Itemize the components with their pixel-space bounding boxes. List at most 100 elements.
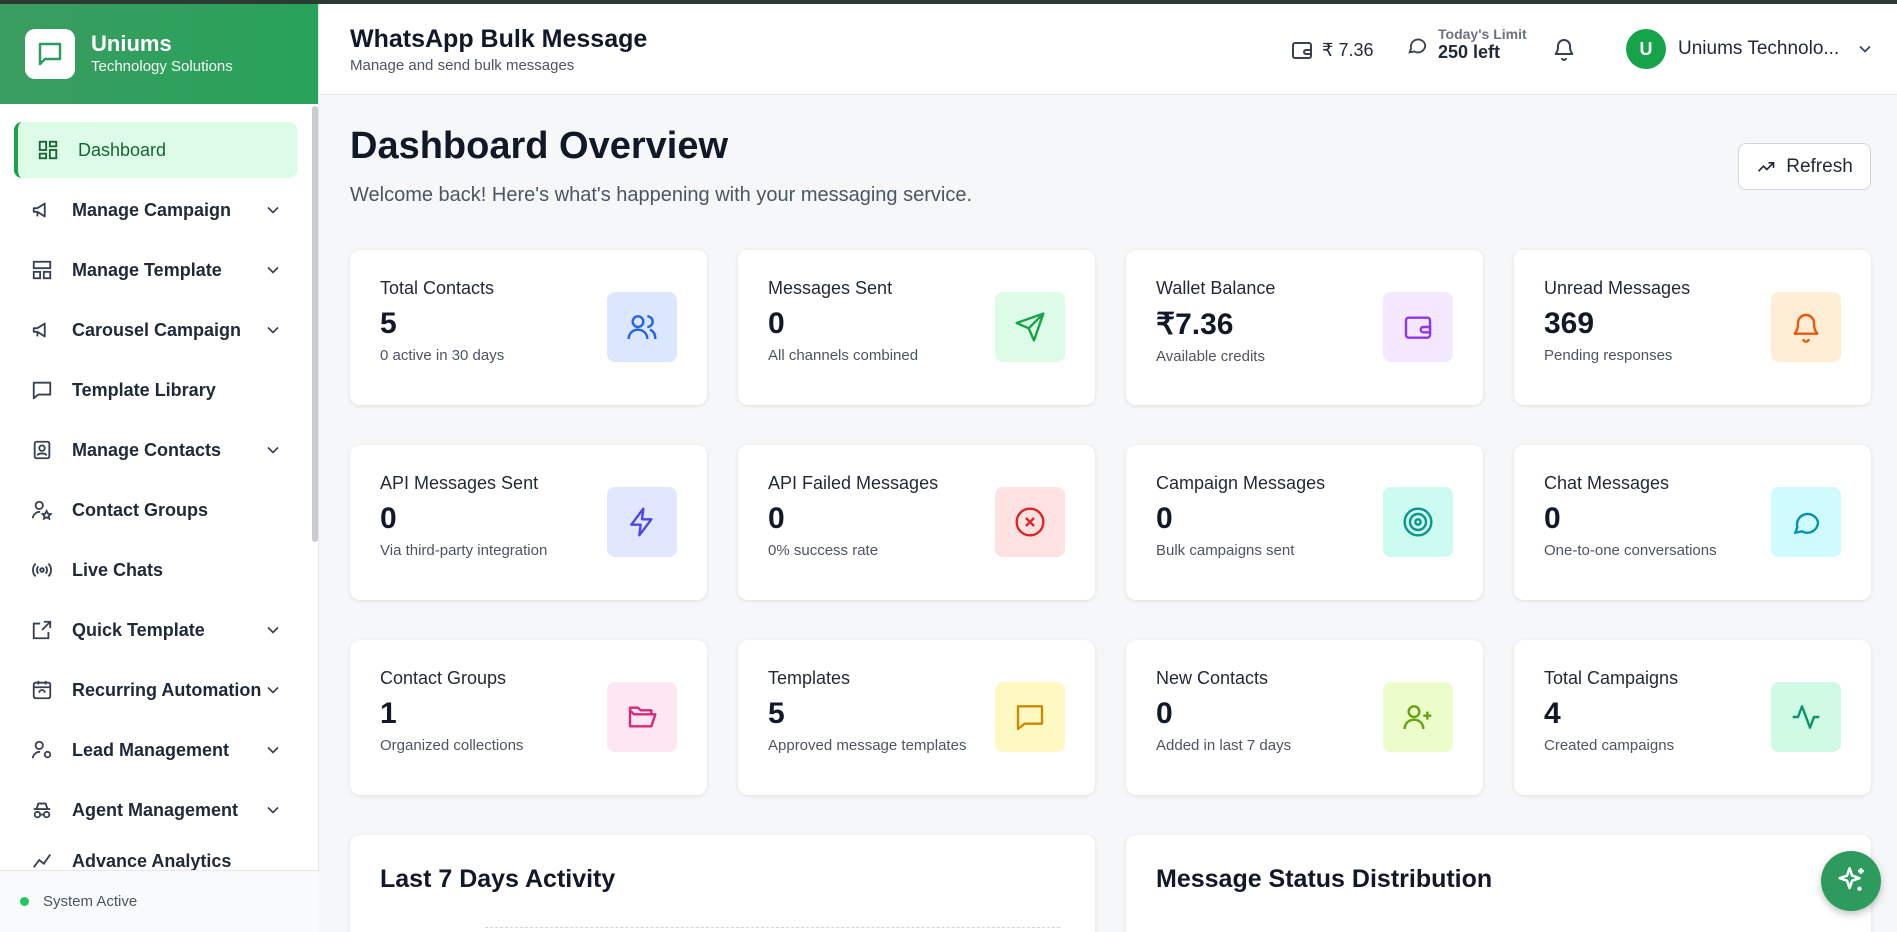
user-menu[interactable]: U Uniums Technolo... <box>1626 29 1875 69</box>
sidebar-item-dashboard[interactable]: Dashboard <box>14 122 297 178</box>
stat-card-campaign-messages[interactable]: Campaign Messages 0 Bulk campaigns sent <box>1126 445 1483 600</box>
limit-value: 250 left <box>1438 42 1501 62</box>
message-status-distribution-panel: Message Status Distribution <box>1126 835 1871 932</box>
stat-card-wallet-balance[interactable]: Wallet Balance ₹7.36 Available credits <box>1126 250 1483 405</box>
sidebar-item-label: Lead Management <box>72 739 230 760</box>
chevron-down-icon[interactable] <box>263 680 283 700</box>
system-status: System Active <box>0 870 319 932</box>
stat-card-messages-sent[interactable]: Messages Sent 0 All channels combined <box>738 250 1095 405</box>
user-cog-icon <box>30 738 54 762</box>
calendar-sync-icon <box>30 678 54 702</box>
sidebar-item-carousel-campaign[interactable]: Carousel Campaign <box>14 302 297 358</box>
external-link-icon <box>30 618 54 642</box>
chart-gridline <box>485 927 1060 928</box>
system-status-text: System Active <box>43 893 138 910</box>
app-subtitle: Manage and send bulk messages <box>350 57 575 74</box>
refresh-button[interactable]: Refresh <box>1738 143 1871 190</box>
stat-card-unread-messages[interactable]: Unread Messages 369 Pending responses <box>1514 250 1871 405</box>
page-subtitle: Welcome back! Here's what's happening wi… <box>350 184 973 206</box>
sidebar-item-manage-template[interactable]: Manage Template <box>14 242 297 298</box>
stat-card-templates[interactable]: Templates 5 Approved message templates <box>738 640 1095 795</box>
page-title: Dashboard Overview <box>350 125 729 167</box>
sidebar-item-label: Contact Groups <box>72 499 209 520</box>
sidebar-item-label: Manage Campaign <box>72 199 232 220</box>
chevron-down-icon[interactable] <box>263 320 283 340</box>
sidebar-item-manage-contacts[interactable]: Manage Contacts <box>14 422 297 478</box>
stat-card-new-contacts[interactable]: New Contacts 0 Added in last 7 days <box>1126 640 1483 795</box>
sidebar-item-template-library[interactable]: Template Library <box>14 362 297 418</box>
stat-card-total-campaigns[interactable]: Total Campaigns 4 Created campaigns <box>1514 640 1871 795</box>
chevron-down-icon[interactable] <box>263 800 283 820</box>
user-plus-icon <box>1383 682 1453 752</box>
panel-title: Message Status Distribution <box>1156 865 1493 893</box>
send-icon <box>995 292 1065 362</box>
sidebar-item-label: Advance Analytics <box>72 851 232 871</box>
sidebar-item-recurring-automation[interactable]: Recurring Automation <box>14 662 297 718</box>
users-icon <box>607 292 677 362</box>
chat-bubble-icon <box>1408 38 1427 54</box>
sidebar-item-label: Dashboard <box>78 139 167 160</box>
brand-header[interactable]: Uniums Technology Solutions <box>0 4 318 104</box>
megaphone-icon <box>30 198 54 222</box>
chevron-down-icon[interactable] <box>263 620 283 640</box>
avatar: U <box>1626 29 1666 69</box>
chart-icon <box>30 848 54 872</box>
message-square-icon <box>30 378 54 402</box>
radio-icon <box>30 558 54 582</box>
brand-subtitle: Technology Solutions <box>91 58 233 75</box>
bell-icon <box>1554 39 1574 61</box>
refresh-label: Refresh <box>1786 155 1853 177</box>
spy-icon <box>30 798 54 822</box>
sidebar-item-label: Manage Template <box>72 259 222 280</box>
stat-card-chat-messages[interactable]: Chat Messages 0 One-to-one conversations <box>1514 445 1871 600</box>
layout-icon <box>30 258 54 282</box>
sidebar-item-agent-management[interactable]: Agent Management <box>14 782 297 838</box>
sidebar-item-label: Quick Template <box>72 619 205 640</box>
header-daily-limit: Today's Limit 250 left <box>1406 26 1527 63</box>
megaphone-icon <box>30 318 54 342</box>
stat-card-api-failed-messages[interactable]: API Failed Messages 0 0% success rate <box>738 445 1095 600</box>
sidebar-item-label: Template Library <box>72 379 216 400</box>
trending-up-icon <box>1758 161 1775 172</box>
chevron-down-icon[interactable] <box>263 740 283 760</box>
stat-card-contact-groups[interactable]: Contact Groups 1 Organized collections <box>350 640 707 795</box>
sidebar-item-contact-groups[interactable]: Contact Groups <box>14 482 297 538</box>
chevron-down-icon[interactable] <box>263 260 283 280</box>
chat-bubble-icon <box>1771 487 1841 557</box>
bell-icon <box>1771 292 1841 362</box>
chevron-down-icon[interactable] <box>263 200 283 220</box>
sidebar-item-advance-analytics[interactable]: Advance Analytics <box>14 842 297 872</box>
brand-logo-icon <box>25 29 75 79</box>
sidebar-item-lead-management[interactable]: Lead Management <box>14 722 297 778</box>
limit-label: Today's Limit <box>1438 26 1527 42</box>
notifications-button[interactable] <box>1552 37 1576 66</box>
sidebar: Uniums Technology Solutions Dashboard Ma… <box>0 4 319 932</box>
status-dot-icon <box>20 897 29 906</box>
chevron-down-icon[interactable] <box>263 440 283 460</box>
sparkles-icon <box>1838 866 1864 891</box>
ai-assistant-button[interactable] <box>1821 851 1881 911</box>
panel-title: Last 7 Days Activity <box>380 865 616 893</box>
sidebar-item-label: Recurring Automation <box>72 679 262 700</box>
contact-icon <box>30 438 54 462</box>
user-name: Uniums Technolo... <box>1678 38 1840 59</box>
sidebar-item-label: Live Chats <box>72 559 164 580</box>
sidebar-nav: Dashboard Manage Campaign Manage Templat… <box>14 122 297 876</box>
top-header: WhatsApp Bulk Message Manage and send bu… <box>320 4 1897 95</box>
wallet-icon <box>1292 42 1312 59</box>
brand-name: Uniums <box>91 31 172 56</box>
message-square-icon <box>995 682 1065 752</box>
user-star-icon <box>30 498 54 522</box>
sidebar-item-live-chats[interactable]: Live Chats <box>14 542 297 598</box>
stat-card-total-contacts[interactable]: Total Contacts 5 0 active in 30 days <box>350 250 707 405</box>
activity-icon <box>1771 682 1841 752</box>
sidebar-scrollbar[interactable] <box>312 106 318 542</box>
wallet-icon <box>1383 292 1453 362</box>
sidebar-item-quick-template[interactable]: Quick Template <box>14 602 297 658</box>
zap-icon <box>607 487 677 557</box>
header-wallet-value: ₹ 7.36 <box>1322 39 1374 60</box>
dashboard-icon <box>36 138 60 162</box>
stat-card-api-messages-sent[interactable]: API Messages Sent 0 Via third-party inte… <box>350 445 707 600</box>
header-wallet[interactable]: ₹ 7.36 <box>1290 38 1374 62</box>
sidebar-item-manage-campaign[interactable]: Manage Campaign <box>14 182 297 238</box>
